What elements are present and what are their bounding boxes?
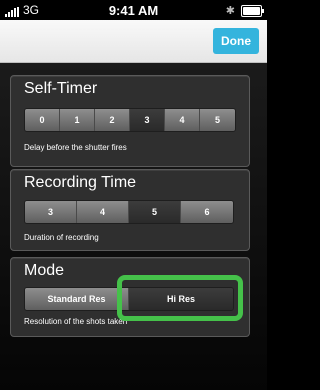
battery-icon (241, 4, 264, 17)
mode-title: Mode (24, 262, 65, 279)
recording-time-panel: Recording Time 3 4 5 6 Duration of recor… (10, 169, 250, 251)
recording-time-option-6[interactable]: 6 (181, 201, 233, 223)
self-timer-option-3[interactable]: 3 (130, 109, 165, 131)
navigation-bar: Done (0, 20, 267, 63)
recording-time-segmented-control: 3 4 5 6 (24, 200, 234, 224)
mode-option-standard-res[interactable]: Standard Res (25, 288, 129, 310)
status-right: ✱ (225, 4, 264, 17)
self-timer-title: Self-Timer (24, 80, 98, 97)
settings-content: Self-Timer 0 1 2 3 4 5 Delay before the … (0, 63, 267, 390)
recording-time-option-4[interactable]: 4 (77, 201, 129, 223)
self-timer-option-4[interactable]: 4 (165, 109, 200, 131)
highlight-annotation (117, 275, 243, 321)
self-timer-panel: Self-Timer 0 1 2 3 4 5 Delay before the … (10, 75, 250, 167)
self-timer-segmented-control: 0 1 2 3 4 5 (24, 108, 236, 132)
self-timer-description: Delay before the shutter fires (24, 143, 127, 152)
recording-time-option-5[interactable]: 5 (129, 201, 181, 223)
done-button[interactable]: Done (213, 28, 259, 54)
bluetooth-icon: ✱ (225, 5, 235, 17)
mode-description: Resolution of the shots taken (24, 317, 128, 326)
self-timer-option-0[interactable]: 0 (25, 109, 60, 131)
recording-time-description: Duration of recording (24, 233, 99, 242)
self-timer-option-5[interactable]: 5 (200, 109, 235, 131)
recording-time-title: Recording Time (24, 174, 137, 191)
status-bar: 3G 9:41 AM ✱ (0, 0, 267, 20)
self-timer-option-1[interactable]: 1 (60, 109, 95, 131)
self-timer-option-2[interactable]: 2 (95, 109, 130, 131)
recording-time-option-3[interactable]: 3 (25, 201, 77, 223)
